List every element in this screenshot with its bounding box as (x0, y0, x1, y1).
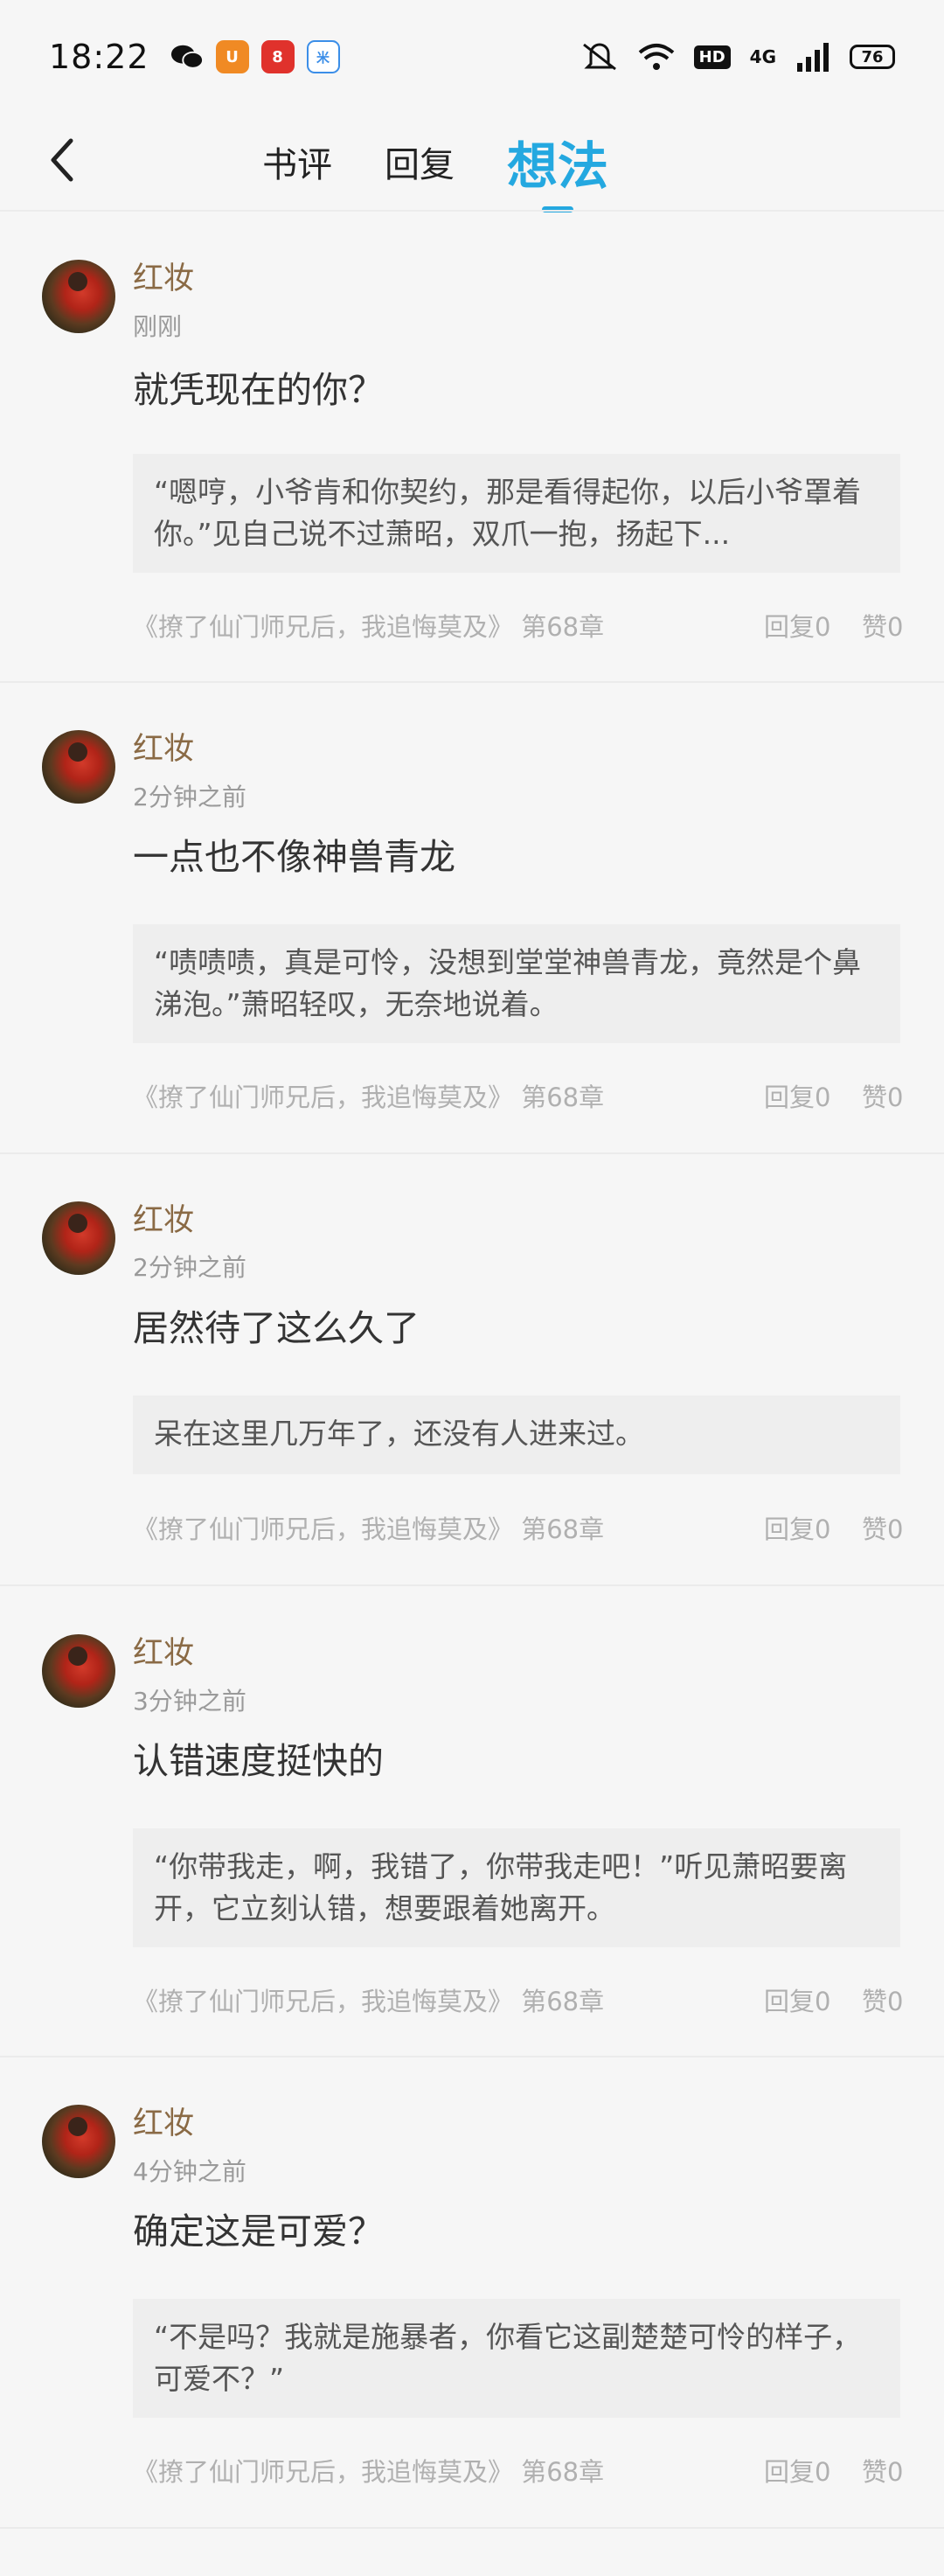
back-button[interactable] (35, 129, 87, 191)
quoted-passage[interactable]: 呆在这里几万年了，还没有人进来过。 (133, 1396, 900, 1474)
avatar[interactable] (42, 1201, 115, 1275)
like-button[interactable]: 赞0 (862, 1077, 903, 1114)
thought-text: 居然待了这么久了 (133, 1307, 420, 1349)
post-time: 2分钟之前 (133, 783, 246, 811)
avatar[interactable] (42, 730, 115, 804)
book-chapter-link[interactable]: 《撩了仙门师兄后，我追悔莫及》 第68章 (133, 2452, 604, 2489)
quoted-passage[interactable]: “你带我走，啊，我错了，你带我走吧！”听见萧昭要离开，它立刻认错，想要跟着她离开… (133, 1828, 900, 1947)
reply-button[interactable]: 回复0 (764, 2452, 830, 2489)
post-time: 刚刚 (133, 312, 183, 341)
thought-post: 红妆 4分钟之前 确定这是可爱？ “不是吗？我就是施暴者，你看它这副楚楚可怜的样… (0, 2057, 944, 2529)
thought-text: 就凭现在的你？ (133, 369, 384, 411)
post-time: 4分钟之前 (133, 2157, 246, 2186)
header: 书评 回复 想法 (0, 114, 944, 212)
tab-thoughts[interactable]: 想法 (507, 125, 609, 212)
book-chapter-link[interactable]: 《撩了仙门师兄后，我追悔莫及》 第68章 (133, 607, 604, 644)
network-type: 4G (749, 46, 776, 67)
thought-post: 红妆 3分钟之前 认错速度挺快的 “你带我走，啊，我错了，你带我走吧！”听见萧昭… (0, 1586, 944, 2057)
username[interactable]: 红妆 (133, 254, 194, 298)
username[interactable]: 红妆 (133, 1628, 194, 1673)
uc-browser-icon: U (215, 40, 249, 73)
username[interactable]: 红妆 (133, 2099, 194, 2143)
tab-book-reviews[interactable]: 书评 (262, 136, 332, 187)
quoted-passage[interactable]: “啧啧啧，真是可怜，没想到堂堂神兽青龙，竟然是个鼻涕泡。”萧昭轻叹，无奈地说着。 (133, 924, 900, 1043)
book-chapter-link[interactable]: 《撩了仙门师兄后，我追悔莫及》 第68章 (133, 1509, 604, 1546)
quoted-passage[interactable]: “嗯哼，小爷肯和你契约，那是看得起你，以后小爷罩着你。”见自己说不过萧昭，双爪一… (133, 454, 900, 573)
status-time: 18:22 (49, 38, 149, 76)
quoted-passage[interactable]: “不是吗？我就是施暴者，你看它这副楚楚可怜的样子，可爱不？” (133, 2299, 900, 2418)
chevron-left-icon (51, 138, 73, 182)
like-button[interactable]: 赞0 (862, 1509, 903, 1546)
tab-bar: 书评 回复 想法 (262, 114, 609, 212)
battery-indicator: 76 (850, 45, 895, 69)
status-app-icons: U 8 米 (170, 40, 340, 73)
thought-post: 红妆 2分钟之前 居然待了这么久了 呆在这里几万年了，还没有人进来过。 《撩了仙… (0, 1154, 944, 1586)
thought-feed: 红妆 刚刚 就凭现在的你？ “嗯哼，小爷肯和你契约，那是看得起你，以后小爷罩着你… (0, 212, 944, 2529)
post-time: 2分钟之前 (133, 1253, 246, 1282)
thought-text: 一点也不像神兽青龙 (133, 836, 455, 878)
book-chapter-link[interactable]: 《撩了仙门师兄后，我追悔莫及》 第68章 (133, 1077, 604, 1114)
wechat-icon (170, 40, 204, 73)
avatar[interactable] (42, 1634, 115, 1708)
blue-app-icon: 米 (306, 40, 340, 73)
thought-post: 红妆 2分钟之前 一点也不像神兽青龙 “啧啧啧，真是可怜，没想到堂堂神兽青龙，竟… (0, 683, 944, 1154)
avatar[interactable] (42, 2105, 115, 2178)
like-button[interactable]: 赞0 (862, 1981, 903, 2018)
mute-icon (582, 43, 616, 71)
red-app-icon: 8 (260, 40, 295, 73)
thought-post: 红妆 刚刚 就凭现在的你？ “嗯哼，小爷肯和你契约，那是看得起你，以后小爷罩着你… (0, 212, 944, 683)
wifi-icon (638, 44, 674, 70)
status-indicators: HD 4G 76 (580, 41, 895, 73)
username[interactable]: 红妆 (133, 1195, 194, 1240)
post-time: 3分钟之前 (133, 1687, 246, 1716)
signal-icon (797, 43, 829, 72)
status-bar: 18:22 U 8 米 HD 4G 76 (0, 0, 944, 114)
tab-replies[interactable]: 回复 (385, 136, 455, 187)
book-chapter-link[interactable]: 《撩了仙门师兄后，我追悔莫及》 第68章 (133, 1981, 604, 2018)
reply-button[interactable]: 回复0 (764, 607, 830, 644)
hd-badge: HD (693, 45, 731, 69)
reply-button[interactable]: 回复0 (764, 1077, 830, 1114)
thought-text: 确定这是可爱？ (133, 2210, 384, 2252)
username[interactable]: 红妆 (133, 724, 194, 769)
reply-button[interactable]: 回复0 (764, 1509, 830, 1546)
like-button[interactable]: 赞0 (862, 607, 903, 644)
reply-button[interactable]: 回复0 (764, 1981, 830, 2018)
like-button[interactable]: 赞0 (862, 2452, 903, 2489)
avatar[interactable] (42, 260, 115, 333)
tab-thoughts-label: 想法 (507, 136, 609, 196)
thought-text: 认错速度挺快的 (133, 1740, 384, 1782)
